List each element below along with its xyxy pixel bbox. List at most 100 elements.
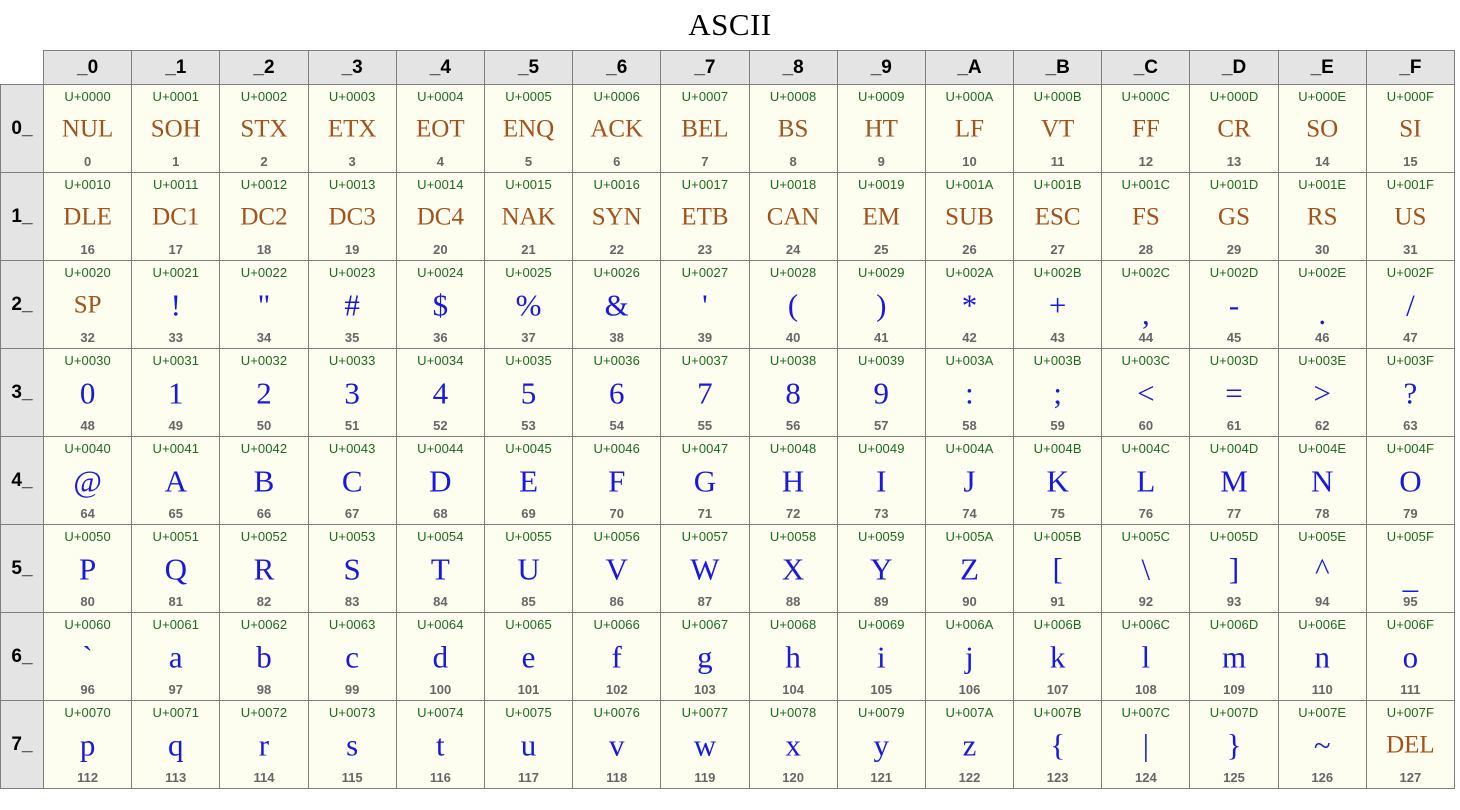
ascii-cell[interactable]: U+007F DEL 127 xyxy=(1365,700,1456,789)
ascii-cell[interactable]: U+0060 ` 96 xyxy=(42,612,133,701)
ascii-cell[interactable]: U+000F SI 15 xyxy=(1365,84,1456,173)
ascii-cell[interactable]: U+0078 x 120 xyxy=(748,700,838,789)
ascii-cell[interactable]: U+0005 ENQ 5 xyxy=(483,84,574,173)
ascii-cell[interactable]: U+006E n 110 xyxy=(1277,612,1367,701)
ascii-cell[interactable]: U+005F _ 95 xyxy=(1365,524,1456,613)
ascii-cell[interactable]: U+0010 DLE 16 xyxy=(42,172,133,261)
ascii-cell[interactable]: U+0033 3 51 xyxy=(307,348,397,437)
ascii-cell[interactable]: U+0000 NUL 0 xyxy=(42,84,133,173)
ascii-cell[interactable]: U+0012 DC2 18 xyxy=(219,172,309,261)
ascii-cell[interactable]: U+0030 0 48 xyxy=(42,348,133,437)
ascii-cell[interactable]: U+0051 Q 81 xyxy=(131,524,221,613)
ascii-cell[interactable]: U+0073 s 115 xyxy=(307,700,397,789)
ascii-cell[interactable]: U+0076 v 118 xyxy=(572,700,662,789)
ascii-cell[interactable]: U+0074 t 116 xyxy=(395,700,485,789)
ascii-cell[interactable]: U+0028 (40 xyxy=(748,260,838,349)
ascii-cell[interactable]: U+001F US 31 xyxy=(1365,172,1456,261)
ascii-cell[interactable]: U+0067 g 103 xyxy=(660,612,750,701)
ascii-cell[interactable]: U+001C FS 28 xyxy=(1101,172,1191,261)
ascii-cell[interactable]: U+0058 X 88 xyxy=(748,524,838,613)
ascii-cell[interactable]: U+0062 b 98 xyxy=(219,612,309,701)
ascii-cell[interactable]: U+006C l 108 xyxy=(1101,612,1191,701)
ascii-cell[interactable]: U+0011 DC1 17 xyxy=(131,172,221,261)
ascii-cell[interactable]: U+0019 EM 25 xyxy=(836,172,926,261)
ascii-cell[interactable]: U+0017 ETB 23 xyxy=(660,172,750,261)
ascii-cell[interactable]: U+003B; 59 xyxy=(1013,348,1103,437)
ascii-cell[interactable]: U+005A Z 90 xyxy=(924,524,1015,613)
ascii-cell[interactable]: U+0037 7 55 xyxy=(660,348,750,437)
ascii-cell[interactable]: U+002B +43 xyxy=(1013,260,1103,349)
ascii-cell[interactable]: U+0071 q 113 xyxy=(131,700,221,789)
ascii-cell[interactable]: U+001E RS 30 xyxy=(1277,172,1367,261)
ascii-cell[interactable]: U+0056 V 86 xyxy=(572,524,662,613)
ascii-cell[interactable]: U+007B {123 xyxy=(1013,700,1103,789)
ascii-cell[interactable]: U+0018 CAN 24 xyxy=(748,172,838,261)
ascii-cell[interactable]: U+0020 SP 32 xyxy=(42,260,133,349)
ascii-cell[interactable]: U+000B VT 11 xyxy=(1013,84,1103,173)
ascii-cell[interactable]: U+007A z 122 xyxy=(924,700,1015,789)
ascii-cell[interactable]: U+0069 i 105 xyxy=(836,612,926,701)
ascii-cell[interactable]: U+005C \ 92 xyxy=(1101,524,1191,613)
ascii-cell[interactable]: U+005E ^ 94 xyxy=(1277,524,1367,613)
ascii-cell[interactable]: U+002D - 45 xyxy=(1189,260,1279,349)
ascii-cell[interactable]: U+007D} 125 xyxy=(1189,700,1279,789)
ascii-cell[interactable]: U+0002 STX 2 xyxy=(219,84,309,173)
ascii-cell[interactable]: U+0014 DC4 20 xyxy=(395,172,485,261)
ascii-cell[interactable]: U+0047 G 71 xyxy=(660,436,750,525)
ascii-cell[interactable]: U+0046 F 70 xyxy=(572,436,662,525)
ascii-cell[interactable]: U+0034 4 52 xyxy=(395,348,485,437)
ascii-cell[interactable]: U+0007 BEL 7 xyxy=(660,84,750,173)
ascii-cell[interactable]: U+0061 a 97 xyxy=(131,612,221,701)
ascii-cell[interactable]: U+0057 W 87 xyxy=(660,524,750,613)
ascii-cell[interactable]: U+003C <60 xyxy=(1101,348,1191,437)
ascii-cell[interactable]: U+0068 h 104 xyxy=(748,612,838,701)
ascii-cell[interactable]: U+0031 1 49 xyxy=(131,348,221,437)
ascii-cell[interactable]: U+0021! 33 xyxy=(131,260,221,349)
ascii-cell[interactable]: U+000A LF 10 xyxy=(924,84,1015,173)
ascii-cell[interactable]: U+002A * 42 xyxy=(924,260,1015,349)
ascii-cell[interactable]: U+0036 6 54 xyxy=(572,348,662,437)
ascii-cell[interactable]: U+005B [91 xyxy=(1013,524,1103,613)
ascii-cell[interactable]: U+0077 w 119 xyxy=(660,700,750,789)
ascii-cell[interactable]: U+003D = 61 xyxy=(1189,348,1279,437)
ascii-cell[interactable]: U+0055 U 85 xyxy=(483,524,574,613)
ascii-cell[interactable]: U+0063 c 99 xyxy=(307,612,397,701)
ascii-cell[interactable]: U+0059 Y 89 xyxy=(836,524,926,613)
ascii-cell[interactable]: U+0070 p 112 xyxy=(42,700,133,789)
ascii-cell[interactable]: U+002F / 47 xyxy=(1365,260,1456,349)
ascii-cell[interactable]: U+0022 " 34 xyxy=(219,260,309,349)
ascii-cell[interactable]: U+0043 C 67 xyxy=(307,436,397,525)
ascii-cell[interactable]: U+003E >62 xyxy=(1277,348,1367,437)
ascii-cell[interactable]: U+0035 5 53 xyxy=(483,348,574,437)
ascii-cell[interactable]: U+0049 I 73 xyxy=(836,436,926,525)
ascii-cell[interactable]: U+0048 H 72 xyxy=(748,436,838,525)
ascii-cell[interactable]: U+001A SUB 26 xyxy=(924,172,1015,261)
ascii-cell[interactable]: U+0053 S 83 xyxy=(307,524,397,613)
ascii-cell[interactable]: U+0026 & 38 xyxy=(572,260,662,349)
ascii-cell[interactable]: U+0079 y 121 xyxy=(836,700,926,789)
ascii-cell[interactable]: U+004F O 79 xyxy=(1365,436,1456,525)
ascii-cell[interactable]: U+0072 r 114 xyxy=(219,700,309,789)
ascii-cell[interactable]: U+0008 BS 8 xyxy=(748,84,838,173)
ascii-cell[interactable]: U+0054 T 84 xyxy=(395,524,485,613)
ascii-cell[interactable]: U+0064 d 100 xyxy=(395,612,485,701)
ascii-cell[interactable]: U+0001 SOH 1 xyxy=(131,84,221,173)
ascii-cell[interactable]: U+005D] 93 xyxy=(1189,524,1279,613)
ascii-cell[interactable]: U+0016 SYN 22 xyxy=(572,172,662,261)
ascii-cell[interactable]: U+006A j 106 xyxy=(924,612,1015,701)
ascii-cell[interactable]: U+0004 EOT 4 xyxy=(395,84,485,173)
ascii-cell[interactable]: U+0040 @64 xyxy=(42,436,133,525)
ascii-cell[interactable]: U+0052 R 82 xyxy=(219,524,309,613)
ascii-cell[interactable]: U+004E N 78 xyxy=(1277,436,1367,525)
ascii-cell[interactable]: U+0042 B 66 xyxy=(219,436,309,525)
ascii-cell[interactable]: U+004B K 75 xyxy=(1013,436,1103,525)
ascii-cell[interactable]: U+0050 P 80 xyxy=(42,524,133,613)
ascii-cell[interactable]: U+0009 HT 9 xyxy=(836,84,926,173)
ascii-cell[interactable]: U+006B k 107 xyxy=(1013,612,1103,701)
ascii-cell[interactable]: U+0066 f 102 xyxy=(572,612,662,701)
ascii-cell[interactable]: U+0023 #35 xyxy=(307,260,397,349)
ascii-cell[interactable]: U+0045 E 69 xyxy=(483,436,574,525)
ascii-cell[interactable]: U+0039 9 57 xyxy=(836,348,926,437)
ascii-cell[interactable]: U+0032 2 50 xyxy=(219,348,309,437)
ascii-cell[interactable]: U+0027 ' 39 xyxy=(660,260,750,349)
